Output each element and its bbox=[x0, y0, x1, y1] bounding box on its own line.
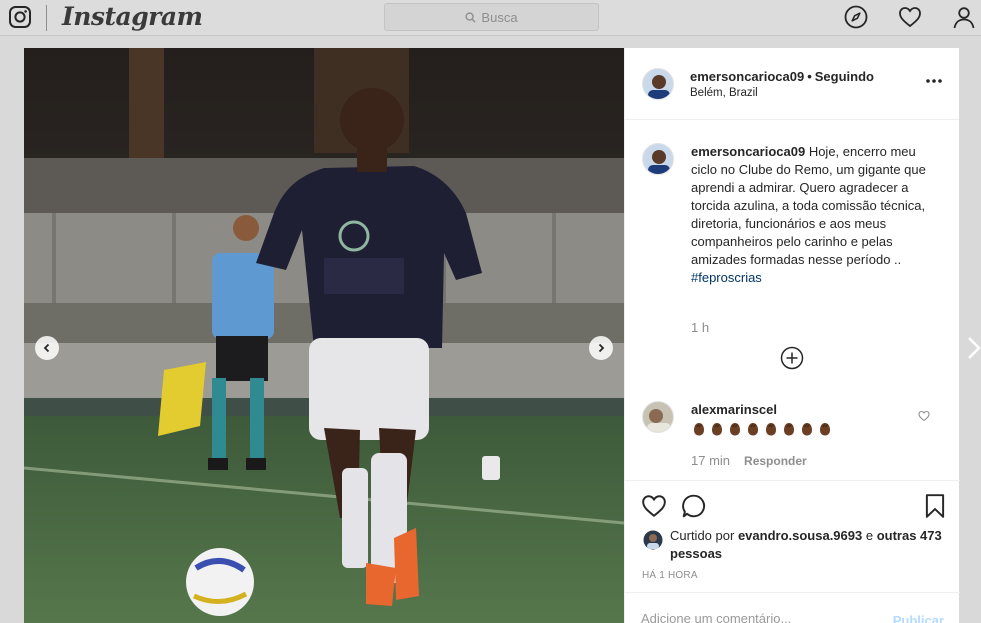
liked-by-prefix: Curtido por bbox=[670, 528, 735, 543]
carousel-next-button[interactable] bbox=[589, 336, 613, 360]
post-header: emersoncarioca09 • Seguindo Belém, Brazil bbox=[625, 48, 959, 120]
bookmark-icon[interactable] bbox=[922, 493, 948, 519]
header-user-line: emersoncarioca09 • Seguindo bbox=[690, 69, 874, 84]
carousel-prev-button[interactable] bbox=[35, 336, 59, 360]
post-detail-panel: emersoncarioca09 • Seguindo Belém, Brazil … bbox=[624, 48, 960, 623]
clapping-hands-dark-skin-icon bbox=[730, 422, 740, 436]
compass-icon[interactable] bbox=[844, 5, 868, 29]
instagram-glyph-icon[interactable] bbox=[8, 5, 32, 29]
commenter-avatar-image bbox=[643, 402, 673, 432]
like-heart-icon[interactable] bbox=[641, 493, 667, 519]
author-username[interactable]: emersoncarioca09 bbox=[690, 69, 804, 84]
caption-text: Hoje, encerro meu ciclo no Clube do Remo… bbox=[691, 144, 926, 267]
separator-dot: • bbox=[807, 69, 812, 84]
caption-avatar-image bbox=[643, 144, 673, 174]
publish-button[interactable]: Publicar bbox=[893, 613, 944, 623]
post-timestamp: HÁ 1 HORA bbox=[642, 570, 698, 581]
author-avatar-image bbox=[643, 69, 673, 99]
liked-by-and: e bbox=[865, 528, 874, 543]
caption-username[interactable]: emersoncarioca09 bbox=[691, 144, 805, 159]
clapping-hands-dark-skin-icon bbox=[712, 422, 722, 436]
next-post-chevron-icon[interactable] bbox=[964, 336, 981, 360]
post-photo[interactable] bbox=[24, 48, 624, 623]
caption-time: 1 h bbox=[691, 320, 710, 335]
brand-divider bbox=[46, 5, 47, 31]
commenter-avatar[interactable] bbox=[642, 401, 674, 433]
more-options-icon[interactable] bbox=[925, 78, 943, 84]
commenter-username[interactable]: alexmarinscel bbox=[691, 402, 777, 417]
heart-icon[interactable] bbox=[898, 5, 922, 29]
clapping-hands-dark-skin-icon bbox=[820, 422, 830, 436]
clapping-hands-dark-skin-icon bbox=[694, 422, 704, 436]
add-comment-input[interactable] bbox=[641, 611, 871, 623]
comment-time: 17 min bbox=[691, 453, 731, 468]
post-actions-section: Curtido por evandro.sousa.9693 e outras … bbox=[625, 480, 960, 590]
post-caption: emersoncarioca09 Hoje, encerro meu ciclo… bbox=[691, 143, 937, 287]
clapping-hands-dark-skin-icon bbox=[802, 422, 812, 436]
comment-emoji-text bbox=[691, 421, 833, 437]
instagram-wordmark[interactable]: Instagram bbox=[62, 2, 203, 31]
author-avatar[interactable] bbox=[642, 68, 674, 100]
post-location[interactable]: Belém, Brazil bbox=[690, 87, 758, 99]
football-player-photo bbox=[24, 48, 624, 623]
reply-button[interactable]: Responder bbox=[744, 454, 807, 468]
comment-bubble-icon[interactable] bbox=[681, 493, 707, 519]
top-navigation-bar: Instagram Busca bbox=[0, 0, 981, 36]
clapping-hands-dark-skin-icon bbox=[784, 422, 794, 436]
liker-avatar[interactable] bbox=[643, 530, 663, 550]
chevron-left-icon bbox=[43, 343, 50, 353]
search-input[interactable]: Busca bbox=[384, 3, 599, 31]
search-placeholder: Busca bbox=[481, 9, 518, 25]
comment-item: alexmarinscel bbox=[691, 401, 921, 437]
likes-summary: Curtido por evandro.sousa.9693 e outras … bbox=[643, 527, 943, 563]
chevron-right-icon bbox=[598, 343, 605, 353]
comment-meta: 17 min Responder bbox=[691, 453, 807, 468]
liked-by-username[interactable]: evandro.sousa.9693 bbox=[738, 528, 862, 543]
comment-like-heart-icon[interactable] bbox=[918, 410, 930, 422]
add-comment-bar: Publicar bbox=[625, 592, 960, 623]
clapping-hands-dark-skin-icon bbox=[766, 422, 776, 436]
load-more-comments-icon[interactable] bbox=[780, 346, 804, 370]
hashtag-link[interactable]: #feproscrias bbox=[691, 270, 762, 285]
clapping-hands-dark-skin-icon bbox=[748, 422, 758, 436]
caption-author-avatar[interactable] bbox=[642, 143, 674, 175]
profile-icon[interactable] bbox=[952, 5, 976, 29]
search-icon bbox=[465, 11, 476, 23]
follow-status-button[interactable]: Seguindo bbox=[815, 69, 874, 84]
